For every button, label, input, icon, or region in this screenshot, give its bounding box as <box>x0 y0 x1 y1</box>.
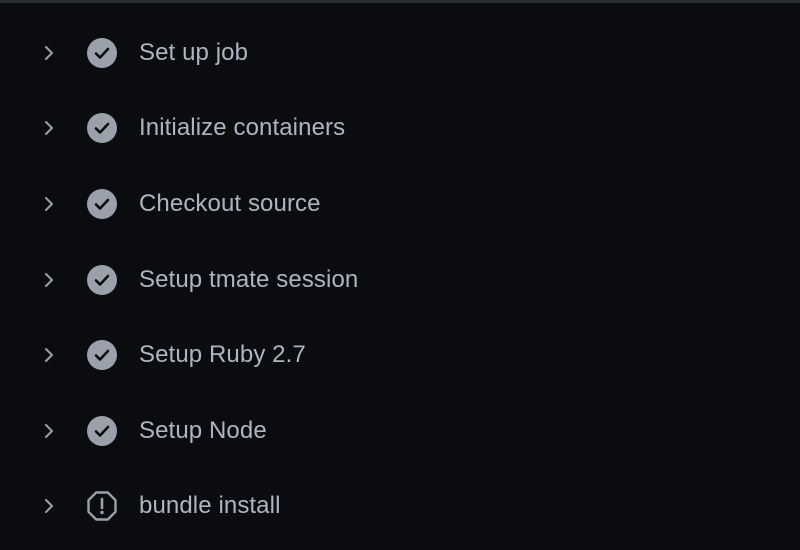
chevron-right-icon[interactable] <box>40 119 58 137</box>
check-circle-icon <box>87 264 117 295</box>
step-label: Initialize containers <box>139 114 346 142</box>
job-steps-list: Set up job Initialize containers Checkou… <box>0 15 800 544</box>
chevron-right-icon[interactable] <box>40 422 58 440</box>
step-label: Setup Ruby 2.7 <box>139 341 306 369</box>
alert-octagon-icon <box>87 491 117 522</box>
step-row-setup-ruby[interactable]: Setup Ruby 2.7 <box>0 317 800 393</box>
step-label: Setup tmate session <box>139 265 359 293</box>
step-row-checkout-source[interactable]: Checkout source <box>0 166 800 242</box>
step-label: bundle install <box>139 492 281 520</box>
chevron-right-icon[interactable] <box>40 271 58 289</box>
step-row-setup-tmate-session[interactable]: Setup tmate session <box>0 242 800 318</box>
step-row-set-up-job[interactable]: Set up job <box>0 15 800 91</box>
chevron-right-icon[interactable] <box>40 195 58 213</box>
check-circle-icon <box>87 340 117 371</box>
chevron-right-icon[interactable] <box>40 497 58 515</box>
chevron-right-icon[interactable] <box>40 44 58 62</box>
step-row-initialize-containers[interactable]: Initialize containers <box>0 91 800 167</box>
check-circle-icon <box>87 415 117 446</box>
step-row-setup-node[interactable]: Setup Node <box>0 393 800 469</box>
check-circle-icon <box>87 188 117 219</box>
step-label: Setup Node <box>139 416 267 444</box>
step-label: Checkout source <box>139 189 321 217</box>
step-label: Set up job <box>139 38 249 66</box>
check-circle-icon <box>87 113 117 144</box>
step-row-bundle-install[interactable]: bundle install <box>0 469 800 545</box>
top-divider <box>0 0 800 3</box>
check-circle-icon <box>87 37 117 68</box>
chevron-right-icon[interactable] <box>40 346 58 364</box>
